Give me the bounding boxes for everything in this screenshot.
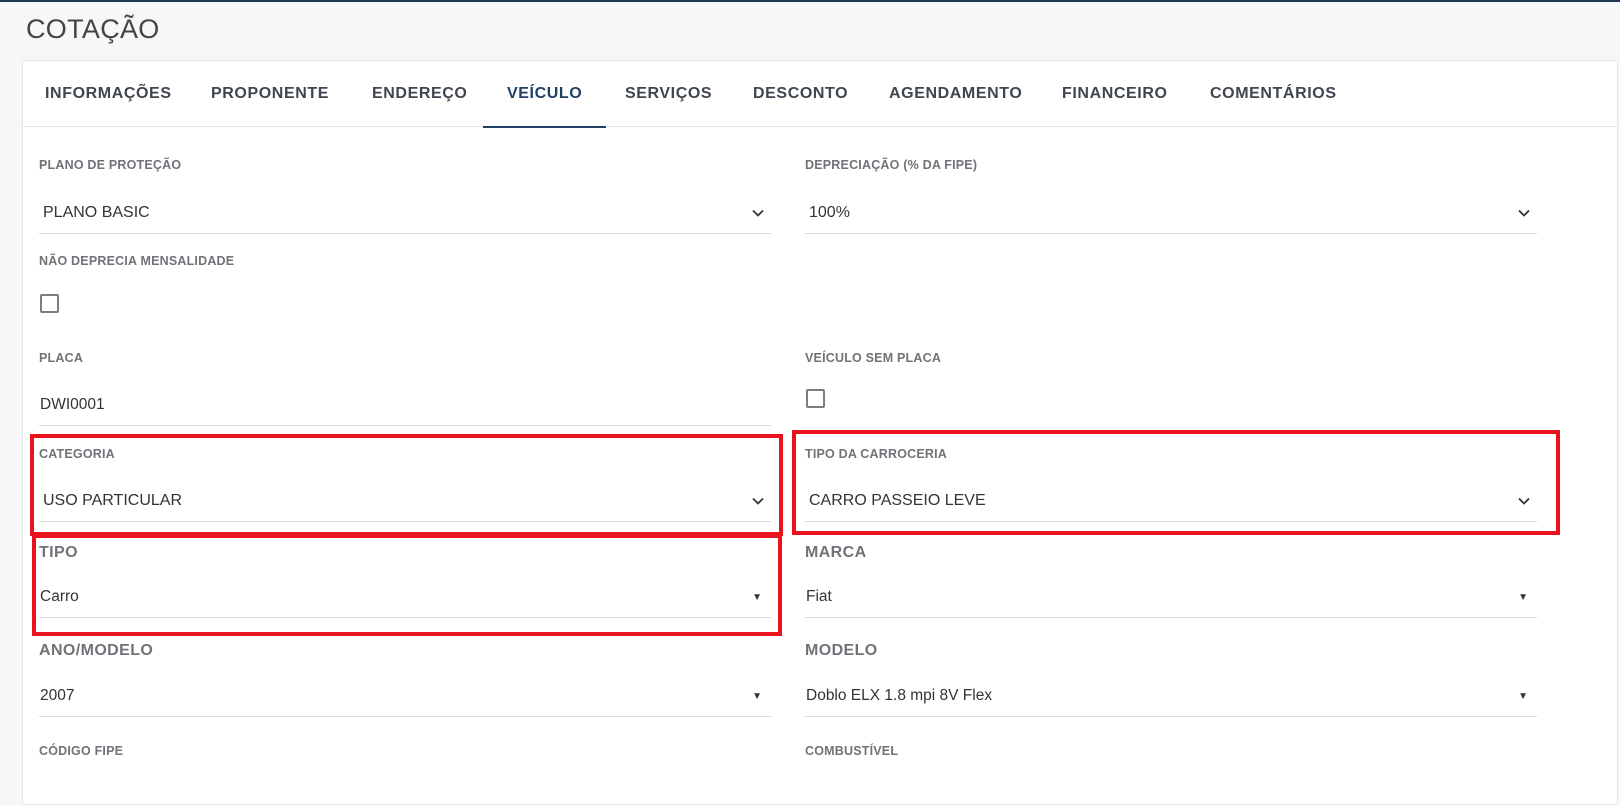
tipo-value: Carro <box>40 588 79 605</box>
chevron-down-icon <box>1518 497 1530 505</box>
carroceria-select[interactable]: CARRO PASSEIO LEVE <box>805 482 1537 522</box>
plano-protecao-label: PLANO DE PROTEÇÃO <box>39 158 182 172</box>
tipo-select[interactable]: Carro ▼ <box>39 578 771 618</box>
chevron-down-icon <box>1518 209 1530 217</box>
carroceria-value: CARRO PASSEIO LEVE <box>809 492 986 509</box>
page-title: COTAÇÃO <box>26 14 160 44</box>
modelo-label: MODELO <box>805 642 878 659</box>
sem-placa-checkbox[interactable] <box>806 389 825 408</box>
categoria-select[interactable]: USO PARTICULAR <box>39 482 771 522</box>
placa-input[interactable]: DWI0001 <box>39 386 771 426</box>
marca-value: Fiat <box>806 588 832 605</box>
tab-comentarios[interactable]: COMENTÁRIOS <box>1210 61 1337 127</box>
marca-label: MARCA <box>805 544 867 561</box>
caret-down-icon: ▼ <box>1518 691 1528 702</box>
ano-modelo-select[interactable]: 2007 ▼ <box>39 677 771 717</box>
tab-servicos[interactable]: SERVIÇOS <box>625 61 712 127</box>
depreciacao-label: DEPRECIAÇÃO (% DA FIPE) <box>805 158 978 172</box>
caret-down-icon: ▼ <box>752 691 762 702</box>
plano-protecao-value: PLANO BASIC <box>43 204 150 221</box>
tab-desconto[interactable]: DESCONTO <box>753 61 848 127</box>
quote-card: INFORMAÇÕES PROPONENTE ENDEREÇO VEÍCULO … <box>22 60 1618 805</box>
tab-agendamento[interactable]: AGENDAMENTO <box>889 61 1022 127</box>
placa-value: DWI0001 <box>40 396 105 413</box>
plano-protecao-select[interactable]: PLANO BASIC <box>39 194 771 234</box>
modelo-value: Doblo ELX 1.8 mpi 8V Flex <box>806 687 993 704</box>
tab-bar: INFORMAÇÕES PROPONENTE ENDEREÇO VEÍCULO … <box>23 61 1617 128</box>
placa-label: PLACA <box>39 351 84 365</box>
carroceria-label: TIPO DA CARROCERIA <box>805 447 948 461</box>
tab-informacoes[interactable]: INFORMAÇÕES <box>45 61 172 127</box>
caret-down-icon: ▼ <box>1518 592 1528 603</box>
marca-select[interactable]: Fiat ▼ <box>805 578 1537 618</box>
tab-financeiro[interactable]: FINANCEIRO <box>1062 61 1168 127</box>
nao-deprecia-label: NÃO DEPRECIA MENSALIDADE <box>39 254 235 268</box>
depreciacao-select[interactable]: 100% <box>805 194 1537 234</box>
categoria-value: USO PARTICULAR <box>43 492 182 509</box>
codigo-fipe-label: CÓDIGO FIPE <box>39 744 124 758</box>
nao-deprecia-checkbox[interactable] <box>40 294 59 313</box>
tab-endereco[interactable]: ENDEREÇO <box>372 61 467 127</box>
combustivel-label: COMBUSTÍVEL <box>805 744 899 758</box>
chevron-down-icon <box>752 209 764 217</box>
caret-down-icon: ▼ <box>752 592 762 603</box>
ano-modelo-label: ANO/MODELO <box>39 642 154 659</box>
chevron-down-icon <box>752 497 764 505</box>
tab-proponente[interactable]: PROPONENTE <box>211 61 329 127</box>
sem-placa-label: VEÍCULO SEM PLACA <box>805 351 942 365</box>
tipo-label: TIPO <box>39 544 78 561</box>
tab-veiculo[interactable]: VEÍCULO <box>482 61 607 128</box>
modelo-select[interactable]: Doblo ELX 1.8 mpi 8V Flex ▼ <box>805 677 1537 717</box>
ano-modelo-value: 2007 <box>40 687 75 704</box>
depreciacao-value: 100% <box>809 204 850 221</box>
top-accent-line <box>0 0 1620 2</box>
categoria-label: CATEGORIA <box>39 447 115 461</box>
